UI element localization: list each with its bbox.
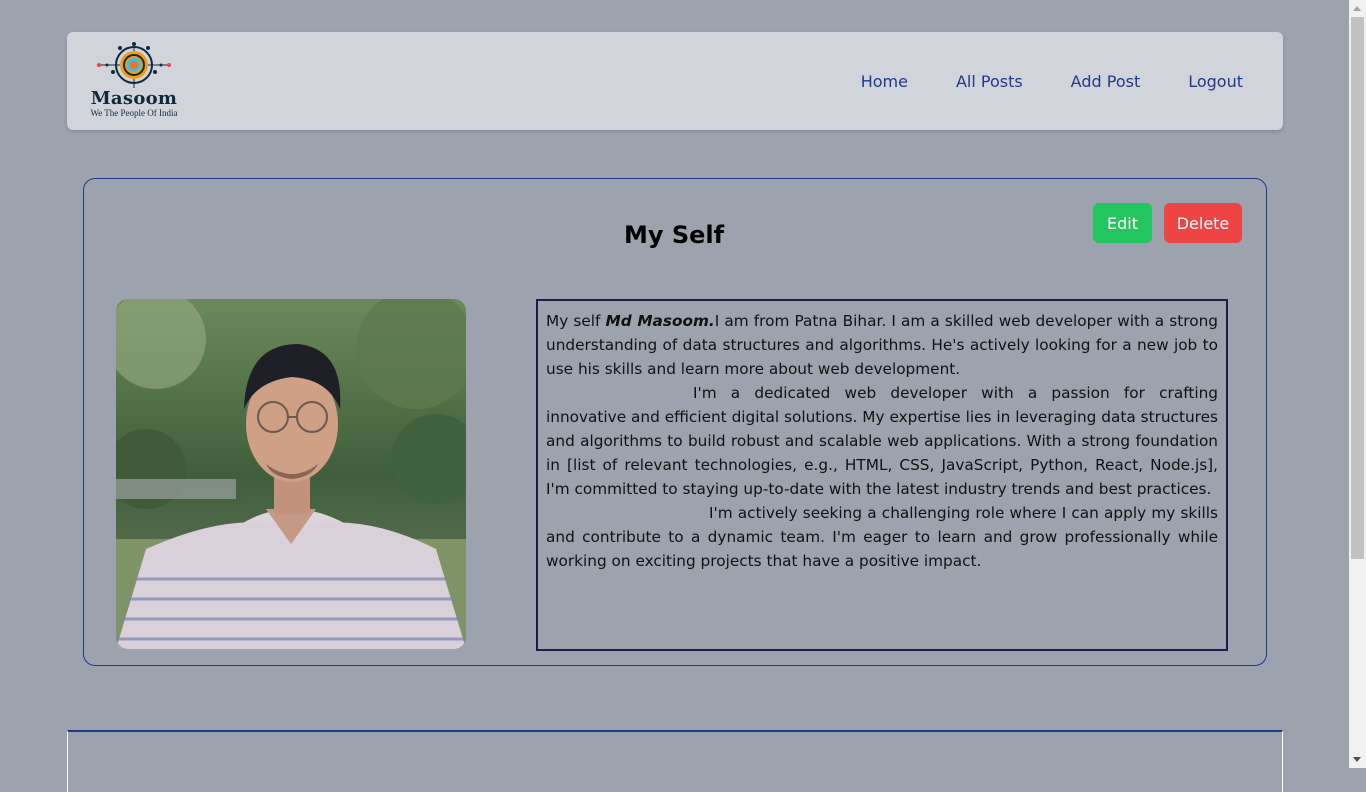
scrollbar-thumb[interactable] [1351, 17, 1364, 559]
nav-logout-link[interactable]: Logout [1164, 64, 1267, 99]
nav-add-post-link[interactable]: Add Post [1047, 64, 1165, 99]
post-image [116, 299, 466, 649]
scroll-down-arrow-icon[interactable] [1349, 751, 1366, 768]
post-paragraph: I'm actively seeking a challenging role … [546, 504, 1218, 570]
post-paragraph: My self Md Masoom.I am from Patna Bihar.… [546, 309, 1218, 381]
nav-all-posts-link[interactable]: All Posts [932, 64, 1047, 99]
brand-tagline: We The People Of India [90, 108, 178, 118]
nav-home-link[interactable]: Home [837, 64, 932, 99]
target-logo-icon [97, 42, 171, 88]
delete-button[interactable]: Delete [1164, 203, 1242, 243]
main-nav: Home All Posts Add Post Logout [837, 32, 1267, 130]
post-paragraph-prefix: My self [546, 312, 606, 330]
site-header: Masoom We The People Of India Home All P… [67, 32, 1283, 130]
site-logo[interactable]: Masoom We The People Of India [83, 42, 185, 124]
post-title: My Self [623, 221, 725, 249]
edit-button[interactable]: Edit [1093, 203, 1152, 243]
footer-section [67, 730, 1283, 792]
scroll-up-arrow-icon[interactable] [1349, 0, 1366, 17]
post-card: My Self Edit Delete My self Md Masoom.I … [83, 178, 1267, 666]
page-scrollbar[interactable] [1349, 0, 1366, 768]
post-paragraph: I'm a dedicated web developer with a pas… [546, 384, 1218, 498]
brand-name: Masoom [90, 88, 178, 109]
author-name: Md Masoom. [605, 312, 715, 330]
profile-photo [116, 299, 466, 649]
post-content: My self Md Masoom.I am from Patna Bihar.… [536, 299, 1228, 651]
